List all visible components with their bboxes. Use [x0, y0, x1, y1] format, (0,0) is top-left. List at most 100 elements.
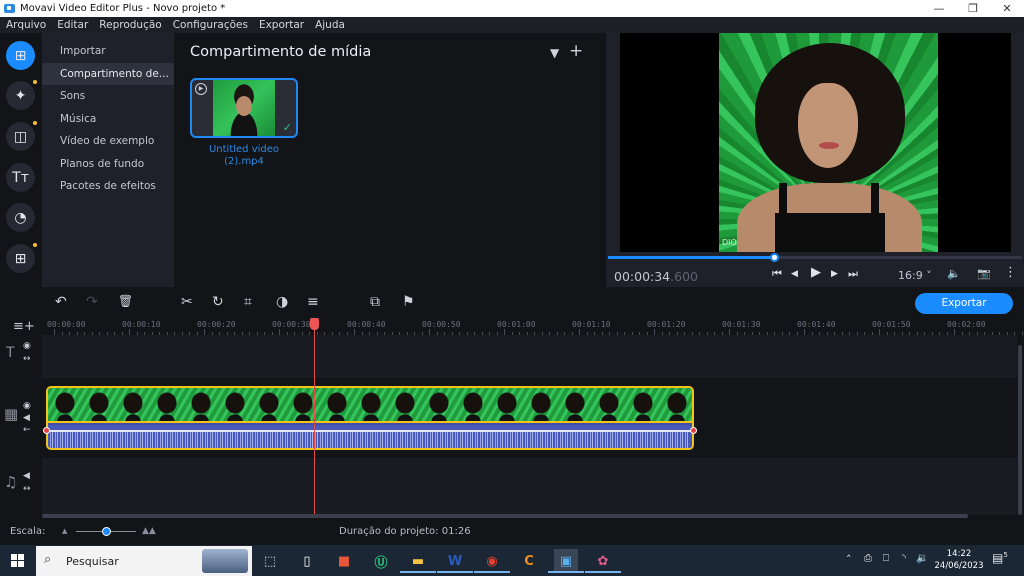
taskbar-app-movavi[interactable]: ▣ — [548, 549, 584, 573]
add-track-icon[interactable]: ≡+ — [13, 319, 35, 334]
titles-button[interactable]: Tᴛ — [6, 163, 35, 192]
more-options-icon[interactable]: ⋮ — [1004, 265, 1017, 280]
volume-icon[interactable]: 🔈 — [947, 267, 961, 280]
playhead-handle[interactable] — [309, 318, 319, 330]
taskbar-app-word[interactable]: W — [437, 549, 473, 573]
crop-icon[interactable]: ⌗ — [244, 294, 252, 310]
taskbar-app-upwork[interactable]: Ⓤ — [369, 549, 393, 573]
device-icon[interactable]: ⎙ — [864, 553, 872, 564]
next-frame-icon[interactable]: ▶ — [831, 269, 838, 279]
filter-icon[interactable]: ▼ — [550, 46, 559, 60]
taskbar-clock[interactable]: 14:22 24/06/2023 — [934, 548, 984, 572]
frame-strap — [871, 183, 879, 215]
previous-frame-icon[interactable]: ◀ — [791, 269, 798, 279]
filters-button[interactable]: ✦ — [6, 80, 37, 110]
fade-out-handle[interactable] — [690, 427, 697, 434]
aspect-ratio-dropdown[interactable]: 16:9 ˅ — [898, 269, 932, 282]
menu-configuracoes[interactable]: Configurações — [173, 19, 248, 31]
submenu-musica[interactable]: Música — [42, 108, 174, 131]
more-tools-button[interactable]: ⊞ — [6, 243, 37, 273]
upwork-icon: Ⓤ — [374, 555, 388, 571]
horizontal-scrollbar[interactable] — [42, 514, 968, 518]
play-preview-icon[interactable]: ▶ — [195, 83, 207, 95]
zoom-in-icon[interactable]: ▲▲ — [142, 526, 156, 536]
zoom-out-icon[interactable]: ▲ — [62, 527, 67, 535]
title-bar: Movavi Video Editor Plus - Novo projeto … — [0, 0, 1024, 17]
export-button[interactable]: Exportar — [915, 293, 1013, 314]
clip-frames — [48, 388, 692, 423]
menu-exportar[interactable]: Exportar — [259, 19, 304, 31]
timeline-ruler[interactable]: 00:00:00 00:00:10 00:00:20 00:00:30 00:00:40… — [42, 317, 1024, 335]
menu-reproducao[interactable]: Reprodução — [99, 19, 161, 31]
clip-properties-icon[interactable]: ≡ — [307, 294, 319, 310]
tray-chevron-icon[interactable]: ˄ — [846, 553, 852, 566]
visibility-toggle-icon[interactable]: ◉ — [23, 401, 31, 411]
skip-to-start-icon[interactable]: ⏮ — [772, 267, 782, 281]
battery-icon[interactable]: ⎕ — [883, 553, 889, 564]
media-item-name[interactable]: Untitled video (2).mp4 — [190, 144, 298, 168]
taskbar-app-office[interactable]: ■ — [332, 549, 356, 573]
volume-line[interactable] — [48, 430, 692, 432]
media-item-thumbnail[interactable]: ▶ ✓ — [190, 78, 298, 138]
ruler-tick-label: 00:01:20 — [647, 320, 686, 329]
preview-seek-bar[interactable] — [608, 253, 1022, 262]
marker-icon[interactable]: ⚑ — [402, 294, 415, 310]
titles-icon: Tᴛ — [12, 169, 29, 186]
submenu-compartimento[interactable]: Compartimento de... — [42, 62, 174, 85]
add-media-icon[interactable]: + — [569, 41, 583, 61]
submenu-pacotes-efeitos[interactable]: Pacotes de efeitos — [42, 175, 174, 198]
submenu-video-exemplo[interactable]: Vídeo de exemplo — [42, 130, 174, 153]
stickers-button[interactable]: ◔ — [6, 203, 35, 232]
snapshot-icon[interactable]: 📷 — [977, 267, 991, 280]
close-button[interactable]: ✕ — [990, 0, 1024, 17]
delete-icon[interactable]: 🗑 — [118, 294, 133, 308]
fade-in-handle[interactable] — [43, 427, 50, 434]
undo-icon[interactable]: ↶ — [55, 294, 67, 310]
taskbar-app-chrome[interactable]: ◉ — [474, 549, 510, 573]
link-toggle-icon[interactable]: ↔ — [23, 354, 31, 364]
preview-video-frame: DIO — [719, 33, 938, 252]
overlay-icon[interactable]: ⧉ — [370, 294, 380, 310]
taskbar-app-notepad[interactable]: ▯ — [295, 549, 319, 573]
import-media-button[interactable]: ⊞ — [6, 41, 35, 70]
minimize-button[interactable]: — — [922, 0, 956, 17]
wifi-icon[interactable]: ◝ — [902, 553, 906, 564]
menu-editar[interactable]: Editar — [57, 19, 88, 31]
start-button[interactable] — [11, 554, 24, 567]
color-adjust-icon[interactable]: ◑ — [276, 294, 288, 310]
transitions-button[interactable]: ◫ — [6, 121, 37, 151]
mute-toggle-icon[interactable]: ↔ — [23, 484, 31, 494]
search-icon: ⌕ — [44, 552, 52, 567]
menu-arquivo[interactable]: Arquivo — [6, 19, 46, 31]
submenu-importar[interactable]: Importar — [42, 40, 174, 63]
notification-count: 5 — [1003, 551, 1008, 559]
taskbar-app-file-explorer[interactable]: ▬ — [400, 549, 436, 573]
rotate-icon[interactable]: ↻ — [212, 294, 224, 310]
taskbar-app-task-view[interactable]: ⬚ — [258, 549, 282, 573]
notifications-icon[interactable]: ▤5 — [992, 551, 1008, 565]
scale-slider-handle[interactable] — [102, 527, 111, 536]
seek-handle[interactable] — [769, 253, 779, 262]
vertical-scrollbar[interactable] — [1018, 345, 1022, 515]
skip-to-end-icon[interactable]: ⏭ — [848, 267, 858, 281]
more-tools-icon: ⊞ — [14, 250, 27, 267]
taskbar-app-ccleaner[interactable]: C — [517, 549, 541, 573]
music-track[interactable] — [42, 458, 1017, 515]
cut-icon[interactable]: ✂ — [181, 294, 193, 310]
visibility-toggle-icon[interactable]: ◉ — [23, 341, 31, 351]
submenu-planos-fundo[interactable]: Planos de fundo — [42, 153, 174, 176]
text-track[interactable] — [42, 335, 1017, 378]
taskbar-search[interactable]: ⌕ Pesquisar — [36, 546, 252, 576]
detach-audio-icon[interactable]: ← — [23, 425, 31, 435]
submenu-sons[interactable]: Sons — [42, 85, 174, 108]
taskbar-app-photos[interactable]: ✿ — [585, 549, 621, 573]
audio-toggle-icon[interactable]: ◀ — [23, 471, 30, 481]
redo-icon[interactable]: ↷ — [86, 294, 98, 310]
menu-ajuda[interactable]: Ajuda — [315, 19, 345, 31]
ccleaner-icon: C — [524, 553, 534, 569]
video-clip[interactable] — [46, 386, 694, 450]
play-icon[interactable]: ▶ — [811, 265, 821, 280]
speaker-icon[interactable]: 🔉 — [916, 553, 928, 564]
maximize-button[interactable]: ❐ — [956, 0, 990, 17]
audio-toggle-icon[interactable]: ◀ — [23, 413, 30, 423]
